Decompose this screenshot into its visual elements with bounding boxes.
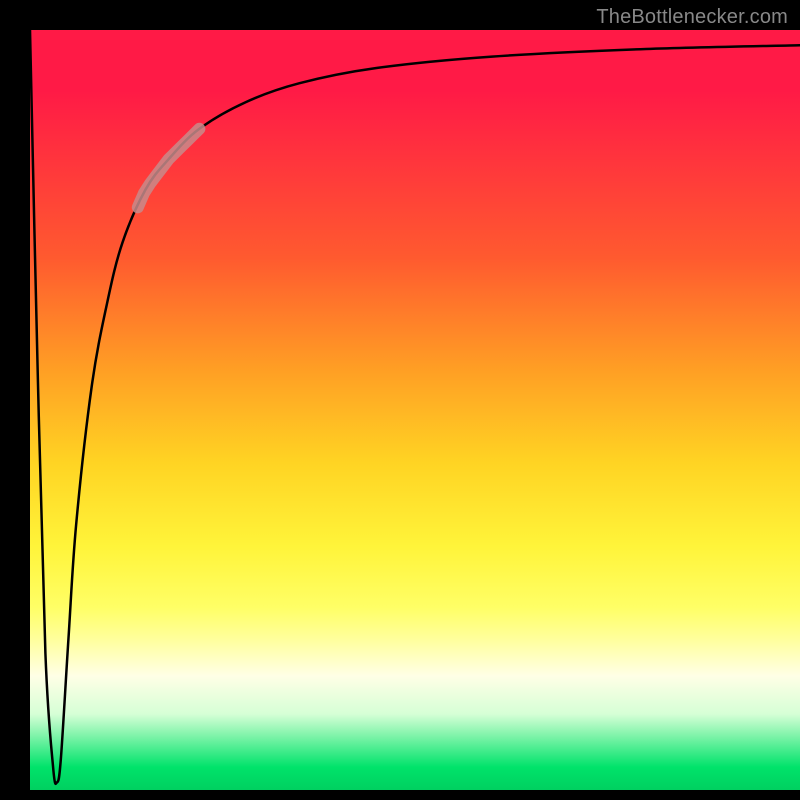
bottleneck-curve [30,30,800,784]
curve-highlight [138,129,200,208]
attribution-label: TheBottlenecker.com [596,6,788,29]
curve-svg [30,30,800,790]
plot-area [30,30,800,790]
chart-frame: TheBottlenecker.com [0,0,800,800]
